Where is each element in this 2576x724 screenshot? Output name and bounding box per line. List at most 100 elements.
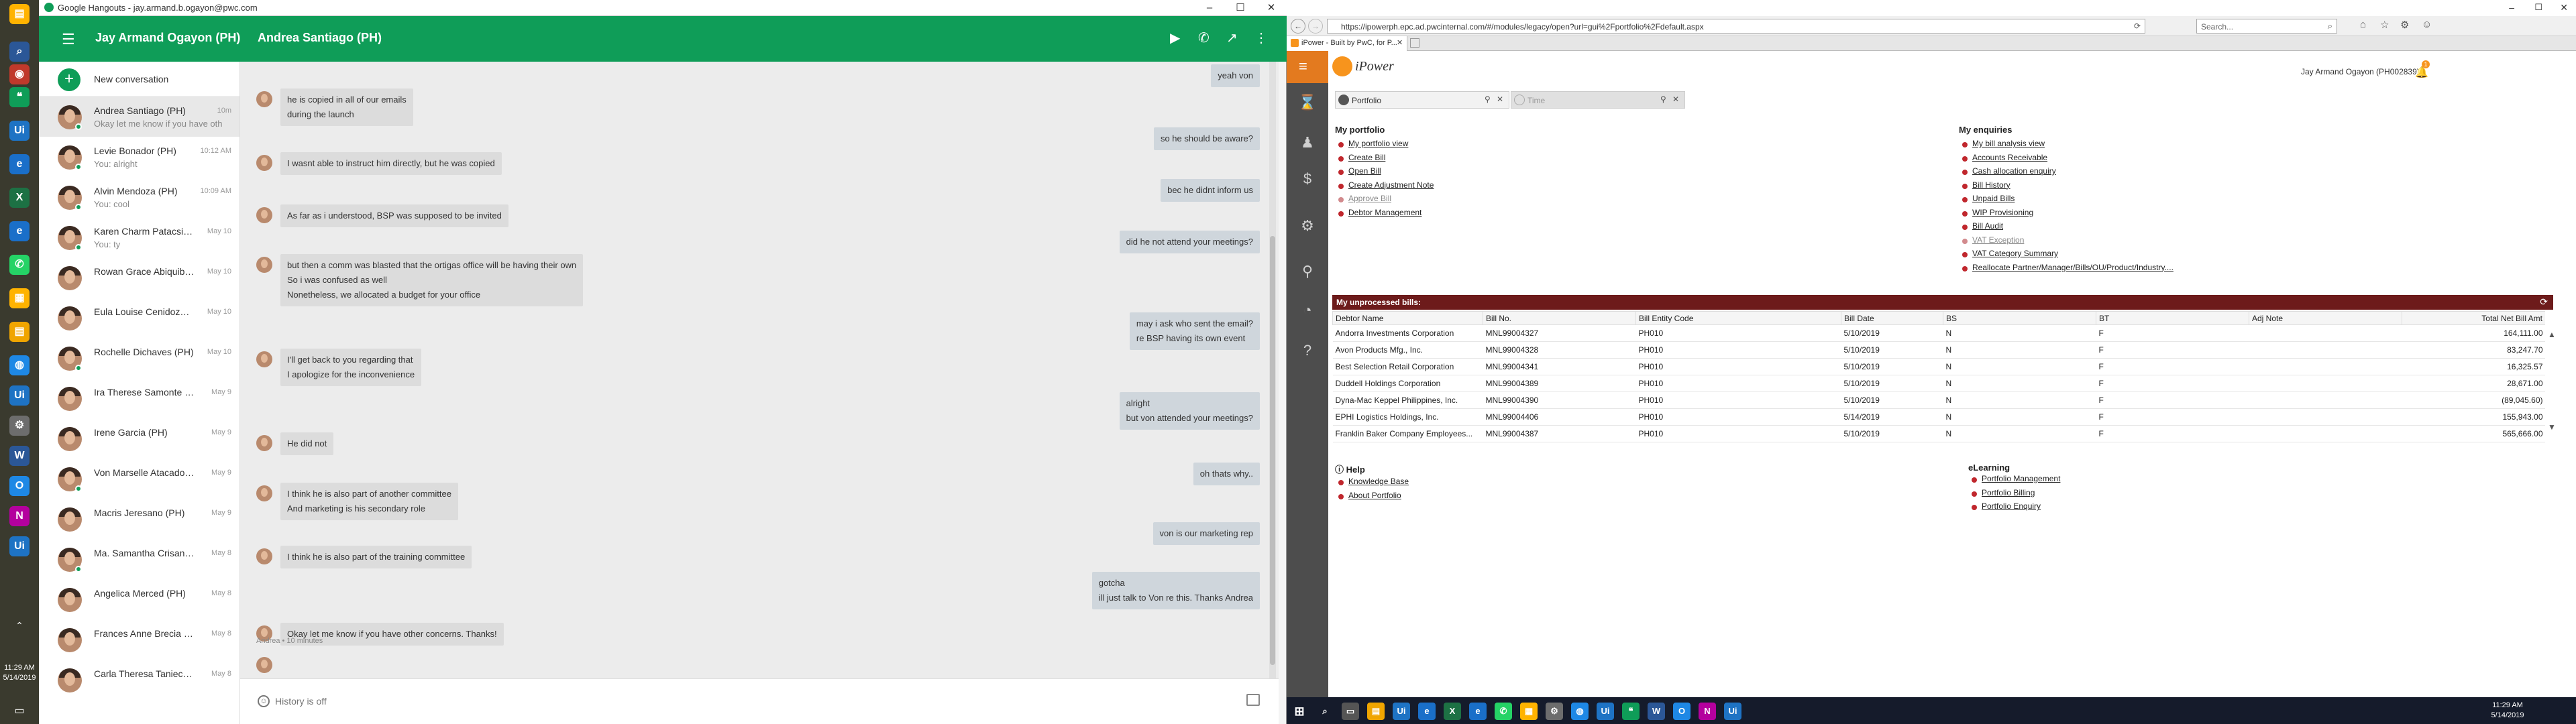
hamburger-icon[interactable]: ≡ bbox=[1299, 58, 1307, 75]
nav-link[interactable]: Unpaid Bills bbox=[1959, 194, 2174, 208]
search-icon[interactable]: ⌕ bbox=[1316, 703, 1334, 720]
browser-tab-ipower[interactable]: iPower - Built by PwC, for P... ✕ bbox=[1287, 36, 1407, 51]
scroll-down-icon[interactable]: ▼ bbox=[2548, 422, 2556, 432]
table-row[interactable]: Best Selection Retail Corporation MNL9900… bbox=[1332, 358, 2545, 375]
people-icon[interactable]: ♟ bbox=[1297, 134, 1318, 154]
video-call-icon[interactable]: ▶ bbox=[1170, 29, 1180, 46]
nav-link[interactable]: Create Adjustment Note bbox=[1335, 180, 1434, 194]
nav-link[interactable]: Open Bill bbox=[1335, 166, 1434, 180]
chevron-up-icon[interactable]: ⌃ bbox=[1, 620, 38, 631]
nav-link[interactable]: Bill Audit bbox=[1959, 221, 2174, 235]
minimize-icon[interactable]: – bbox=[1194, 0, 1225, 16]
excel-icon[interactable]: X bbox=[9, 188, 30, 208]
folder-icon[interactable]: ▤ bbox=[9, 4, 30, 24]
word-icon[interactable]: W bbox=[1648, 703, 1665, 720]
new-conversation-button[interactable]: + New conversation bbox=[39, 62, 239, 97]
uipath-icon-3[interactable]: Ui bbox=[9, 536, 30, 556]
close-icon[interactable]: ✕ bbox=[2560, 2, 2568, 13]
menu-icon[interactable]: ☰ bbox=[62, 31, 75, 48]
popout-icon[interactable]: ↗ bbox=[1226, 29, 1238, 46]
maximize-icon[interactable]: ☐ bbox=[1225, 0, 1256, 16]
chat-scrollbar[interactable] bbox=[1269, 62, 1276, 678]
contact-item[interactable]: Von Marselle Atacador (... May 9 bbox=[39, 459, 239, 499]
whatsapp-icon[interactable]: ✆ bbox=[1495, 703, 1512, 720]
pin-icon[interactable]: ⚲ bbox=[1485, 95, 1491, 104]
uipath-icon-2[interactable]: Ui bbox=[9, 385, 30, 406]
onenote-icon[interactable]: N bbox=[1699, 703, 1716, 720]
nav-link[interactable]: Portfolio Billing bbox=[1968, 488, 2060, 502]
forward-icon[interactable]: → bbox=[1308, 19, 1323, 34]
nav-link[interactable]: Portfolio Management bbox=[1968, 474, 2060, 488]
table-row[interactable]: EPHI Logistics Holdings, Inc. MNL99004406… bbox=[1332, 408, 2545, 426]
tab-time[interactable]: Time ⚲ ✕ bbox=[1511, 91, 1685, 109]
ie-icon[interactable]: e bbox=[1469, 703, 1487, 720]
globe-icon[interactable]: ◍ bbox=[9, 355, 30, 375]
nav-link[interactable]: Bill History bbox=[1959, 180, 2174, 194]
contact-item[interactable]: Alvin Mendoza (PH) You: cool 10:09 AM bbox=[39, 177, 239, 217]
tab-close-icon[interactable]: ✕ bbox=[1497, 95, 1503, 104]
excel-icon[interactable]: X bbox=[1444, 703, 1461, 720]
time-icon[interactable]: ⌛ bbox=[1297, 94, 1318, 114]
contact-item[interactable]: Andrea Santiago (PH) Okay let me know if … bbox=[39, 97, 239, 137]
table-row[interactable]: Dyna-Mac Keppel Philippines, Inc. MNL9900… bbox=[1332, 391, 2545, 409]
nav-link[interactable]: My portfolio view bbox=[1335, 139, 1434, 153]
message-input[interactable] bbox=[275, 692, 1228, 710]
reports-icon[interactable]: ◔ bbox=[1297, 302, 1318, 322]
search-icon[interactable]: ⌕ bbox=[2328, 21, 2332, 32]
notes-icon[interactable]: ▦ bbox=[1520, 703, 1538, 720]
windows-start-icon[interactable]: ⊞ bbox=[1291, 703, 1308, 720]
nav-link[interactable]: Reallocate Partner/Manager/Bills/OU/Prod… bbox=[1959, 263, 2174, 277]
folder-icon-2[interactable]: ▤ bbox=[9, 322, 30, 342]
contact-item[interactable]: Frances Anne Brecia (PH) May 8 bbox=[39, 619, 239, 660]
nav-link[interactable]: Cash allocation enquiry bbox=[1959, 166, 2174, 180]
tab-portfolio[interactable]: Portfolio ⚲ ✕ bbox=[1335, 91, 1509, 109]
smiley-icon[interactable]: ☺ bbox=[2422, 19, 2432, 30]
uipath-icon[interactable]: Ui bbox=[1393, 703, 1410, 720]
uipath-icon-2[interactable]: Ui bbox=[1597, 703, 1614, 720]
emoji-icon[interactable]: ☺ bbox=[258, 695, 270, 707]
contact-item[interactable]: Irene Garcia (PH) May 9 bbox=[39, 418, 239, 459]
column-header[interactable]: Bill Date bbox=[1841, 311, 1943, 325]
contact-item[interactable]: Ma. Samantha Crisanta ... May 8 bbox=[39, 539, 239, 579]
uipath-icon[interactable]: Ui bbox=[9, 121, 30, 141]
settings-icon[interactable]: ⚙ bbox=[2400, 19, 2409, 31]
column-header[interactable]: Adj Note bbox=[2249, 311, 2402, 325]
uipath-icon-3[interactable]: Ui bbox=[1724, 703, 1741, 720]
nav-link[interactable]: Approve Bill bbox=[1335, 194, 1434, 208]
column-header[interactable]: Debtor Name bbox=[1332, 311, 1483, 325]
hangouts-icon[interactable]: ❝ bbox=[9, 87, 30, 107]
nav-link[interactable]: WIP Provisioning bbox=[1959, 208, 2174, 222]
contact-item[interactable]: Rochelle Dichaves (PH) May 10 bbox=[39, 338, 239, 378]
gears-icon[interactable]: ⚙ bbox=[1297, 217, 1318, 237]
contact-item[interactable]: Levie Bonador (PH) You: alright 10:12 AM bbox=[39, 137, 239, 177]
edge-icon[interactable]: e bbox=[1418, 703, 1436, 720]
column-header[interactable]: BT bbox=[2096, 311, 2249, 325]
user-menu[interactable]: Jay Armand Ogayon (PH002839) bbox=[2301, 67, 2420, 76]
edge-icon[interactable]: e bbox=[9, 154, 30, 174]
maximize-icon[interactable]: ☐ bbox=[2534, 2, 2542, 13]
url-field[interactable]: https://ipowerph.epc.ad.pwcinternal.com/… bbox=[1341, 22, 1704, 32]
contact-item[interactable]: Ira Therese Samonte (PH) May 9 bbox=[39, 378, 239, 418]
more-options-icon[interactable]: ⋮ bbox=[1254, 29, 1268, 46]
image-attach-icon[interactable] bbox=[1246, 694, 1260, 706]
search-icon[interactable]: ⌕ bbox=[9, 42, 30, 62]
refresh-icon[interactable]: ⟳ bbox=[2540, 296, 2548, 308]
word-icon[interactable]: W bbox=[9, 446, 30, 466]
nav-link[interactable]: My bill analysis view bbox=[1959, 139, 2174, 153]
phone-icon[interactable]: ✆ bbox=[1198, 29, 1210, 46]
nav-link[interactable]: Portfolio Enquiry bbox=[1968, 501, 2060, 516]
dollar-icon[interactable]: $ bbox=[1297, 170, 1318, 190]
column-header[interactable]: Bill No. bbox=[1483, 311, 1636, 325]
close-icon[interactable]: ✕ bbox=[1256, 0, 1287, 16]
contact-item[interactable]: Macris Jeresano (PH) May 9 bbox=[39, 499, 239, 539]
nav-link[interactable]: Knowledge Base bbox=[1335, 477, 1409, 491]
minimize-icon[interactable]: – bbox=[2509, 2, 2514, 13]
tab-close-icon[interactable]: ✕ bbox=[1397, 38, 1403, 47]
column-header[interactable]: Total Net Bill Amt bbox=[2402, 311, 2545, 325]
contact-item[interactable]: Carla Theresa Tanieca (... May 8 bbox=[39, 660, 239, 700]
column-header[interactable]: BS bbox=[1943, 311, 2096, 325]
nav-link[interactable]: VAT Category Summary bbox=[1959, 249, 2174, 263]
pin-icon[interactable]: ⚲ bbox=[1660, 95, 1666, 104]
tags-icon[interactable]: ⚲ bbox=[1297, 263, 1318, 283]
back-icon[interactable]: ← bbox=[1291, 19, 1305, 34]
